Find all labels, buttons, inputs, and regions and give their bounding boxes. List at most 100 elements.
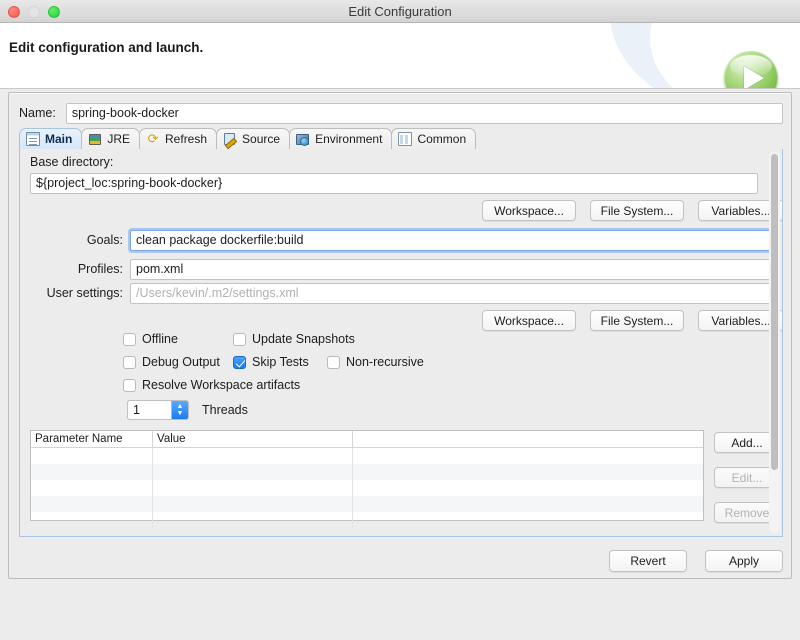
window-title: Edit Configuration [0,4,800,19]
window-titlebar: Edit Configuration [0,0,800,23]
dialog-footer: ? Close Run [0,588,800,640]
checkbox-debug-output-box[interactable] [123,356,136,369]
goals-input[interactable]: clean package dockerfile:build [130,230,778,251]
table-cell [153,512,353,528]
table-cell [353,512,703,528]
table-cell [31,512,153,528]
tab-common[interactable]: Common [391,128,476,149]
table-row[interactable] [31,480,703,496]
user-settings-filesystem-button[interactable]: File System... [590,310,684,331]
jre-books-icon [88,132,102,146]
tab-environment[interactable]: Environment [289,128,392,149]
table-cell [353,496,703,512]
checkbox-offline-label: Offline [142,332,178,346]
table-row[interactable] [31,464,703,480]
main-tab-content: Base directory: ${project_loc:spring-boo… [20,149,768,536]
checkbox-update-snapshots-label: Update Snapshots [252,332,355,346]
checkbox-resolve-workspace-artifacts-box[interactable] [123,379,136,392]
name-label: Name: [19,106,56,120]
table-row[interactable] [31,448,703,464]
tab-source-label: Source [242,132,280,146]
checkbox-offline-box[interactable] [123,333,136,346]
tab-refresh-label: Refresh [165,132,207,146]
user-settings-input[interactable]: /Users/kevin/.m2/settings.xml [130,283,778,304]
main-tab-panel: Base directory: ${project_loc:spring-boo… [19,149,783,537]
table-cell [31,448,153,464]
panel-vertical-scrollbar[interactable] [769,152,780,533]
tab-jre-label: JRE [107,132,130,146]
banner-title: Edit configuration and launch. [9,40,203,55]
stepper-up-icon[interactable]: ▲ [177,403,184,410]
goals-label: Goals: [73,233,123,247]
tab-jre[interactable]: JRE [81,128,140,149]
tab-strip: Main JRE ⟳ Refresh Source Environment Co… [19,129,783,150]
threads-label: Threads [202,403,248,417]
table-cell [31,480,153,496]
panel-scrollbar-thumb[interactable] [771,154,778,470]
table-cell [153,464,353,480]
base-directory-input[interactable]: ${project_loc:spring-book-docker} [30,173,758,194]
name-row: Name: spring-book-docker [19,102,783,124]
configuration-group: Name: spring-book-docker Main JRE ⟳ Refr… [8,92,792,579]
table-row[interactable] [31,512,703,528]
column-header-parameter-name[interactable]: Parameter Name [31,431,153,447]
tab-source[interactable]: Source [216,128,290,149]
source-edit-icon [223,132,237,146]
name-input[interactable]: spring-book-docker [66,103,783,124]
checkbox-skip-tests-box[interactable] [233,356,246,369]
table-cell [353,480,703,496]
table-row[interactable] [31,496,703,512]
table-cell [153,448,353,464]
dialog-banner: Edit configuration and launch. [0,23,800,89]
zoom-window-button[interactable] [48,6,60,18]
checkbox-resolve-workspace-artifacts[interactable]: Resolve Workspace artifacts [123,378,300,392]
table-cell [31,496,153,512]
checkbox-debug-output[interactable]: Debug Output [123,355,220,369]
tab-common-label: Common [417,132,466,146]
column-header-value[interactable]: Value [153,431,353,447]
profiles-label: Profiles: [63,262,123,276]
apply-button[interactable]: Apply [705,550,783,572]
tab-refresh[interactable]: ⟳ Refresh [139,128,217,149]
base-directory-workspace-button[interactable]: Workspace... [482,200,576,221]
table-cell [31,464,153,480]
table-cell [153,496,353,512]
close-window-button[interactable] [8,6,20,18]
user-settings-workspace-button[interactable]: Workspace... [482,310,576,331]
stepper-down-icon[interactable]: ▼ [177,410,184,417]
refresh-arrows-icon: ⟳ [146,132,160,146]
base-directory-filesystem-button[interactable]: File System... [590,200,684,221]
parameters-table[interactable]: Parameter Name Value [30,430,704,521]
threads-stepper[interactable]: 1 ▲ ▼ [127,400,189,420]
profiles-input[interactable]: pom.xml [130,259,778,280]
run-icon-triangle [744,66,764,89]
threads-value[interactable]: 1 [128,403,171,417]
checkbox-skip-tests[interactable]: Skip Tests [233,355,309,369]
checkbox-update-snapshots-box[interactable] [233,333,246,346]
table-cell [153,480,353,496]
table-cell [353,448,703,464]
checkbox-non-recursive-label: Non-recursive [346,355,424,369]
user-settings-label: User settings: [33,286,123,300]
checkbox-offline[interactable]: Offline [123,332,178,346]
parameters-table-header: Parameter Name Value [31,431,703,448]
tab-environment-label: Environment [315,132,382,146]
edit-configuration-window: Edit Configuration Edit configuration an… [0,0,800,640]
tab-main-label: Main [45,132,72,146]
checkbox-skip-tests-label: Skip Tests [252,355,309,369]
revert-button[interactable]: Revert [609,550,687,572]
table-cell [353,464,703,480]
threads-stepper-arrows[interactable]: ▲ ▼ [171,401,188,419]
checkbox-non-recursive[interactable]: Non-recursive [327,355,424,369]
environment-icon [296,132,310,146]
common-table-icon [398,132,412,146]
column-header-extra[interactable] [353,431,703,447]
checkbox-resolve-workspace-artifacts-label: Resolve Workspace artifacts [142,378,300,392]
checkbox-debug-output-label: Debug Output [142,355,220,369]
minimize-window-button[interactable] [28,6,40,18]
checkbox-non-recursive-box[interactable] [327,356,340,369]
window-controls [8,6,60,18]
main-document-icon [26,132,40,146]
checkbox-update-snapshots[interactable]: Update Snapshots [233,332,355,346]
tab-main[interactable]: Main [19,128,82,149]
